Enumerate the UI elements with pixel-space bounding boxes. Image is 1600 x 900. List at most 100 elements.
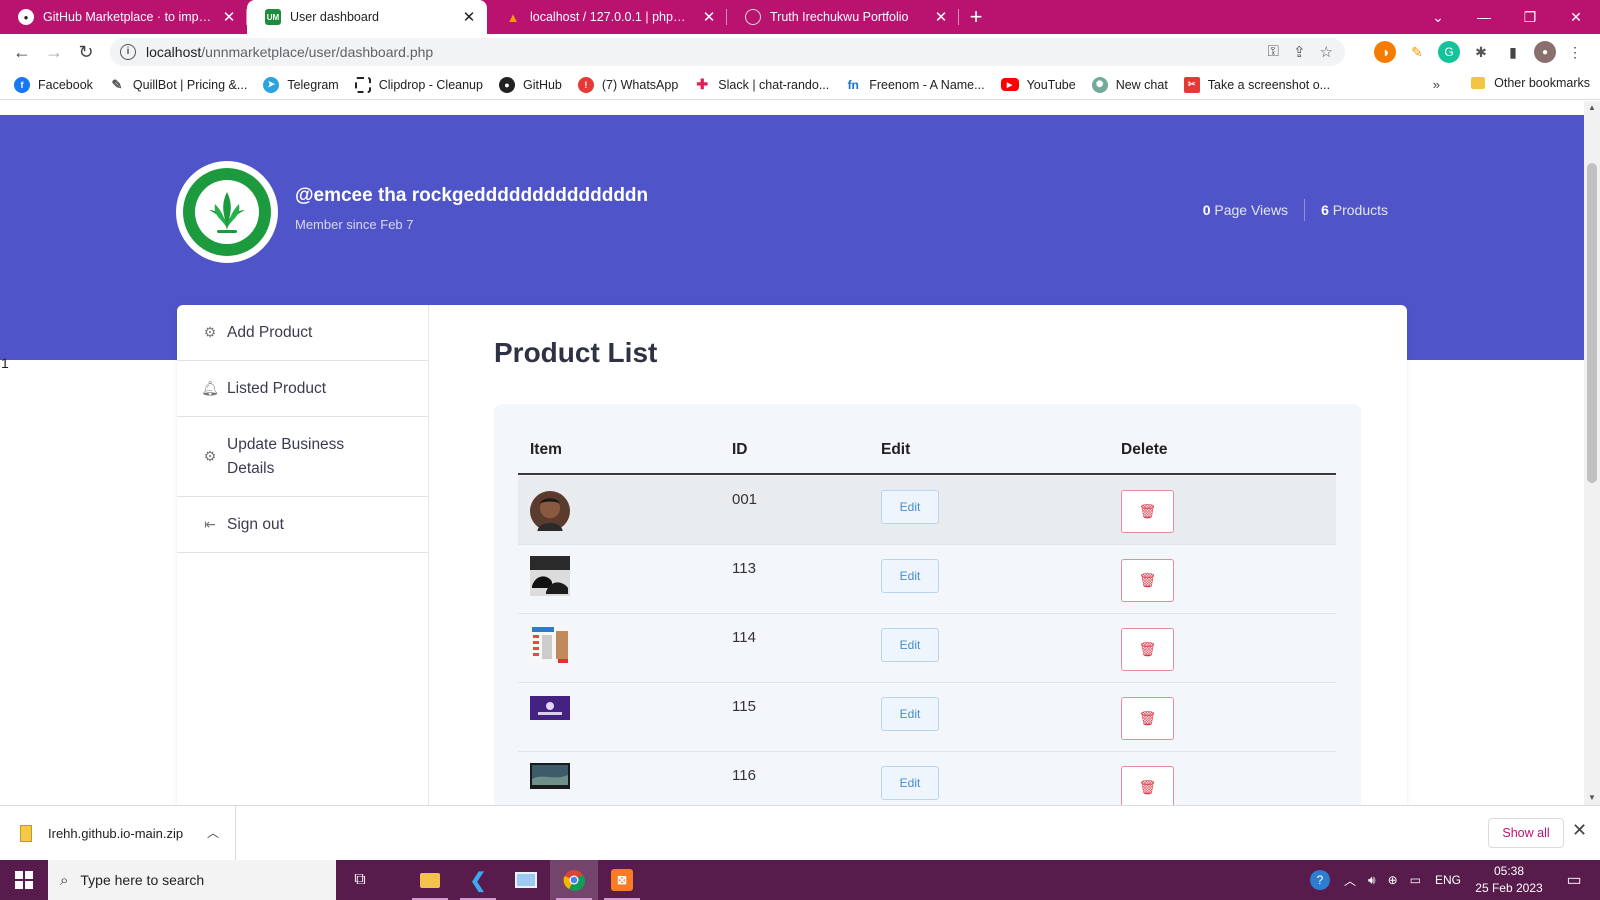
bookmark-slack[interactable]: ✚ Slack | chat-rando...: [694, 76, 829, 93]
profile-stats: 0 Page Views 6 Products: [1203, 199, 1388, 221]
bookmark-label: QuillBot | Pricing &...: [132, 77, 248, 92]
stats-divider: [1304, 199, 1306, 221]
browser-tab-strip: ● GitHub Marketplace · to improve ✕ UM U…: [0, 0, 1600, 34]
task-view-icon[interactable]: ⧉: [336, 860, 384, 900]
network-icon[interactable]: ⊕: [1388, 873, 1398, 887]
chrome-icon[interactable]: [550, 860, 598, 900]
grammarly-icon[interactable]: G: [1438, 41, 1460, 63]
sidebar-item-sign-out[interactable]: ⇤ Sign out: [177, 497, 428, 553]
minimize-button[interactable]: —: [1461, 0, 1507, 34]
show-all-button[interactable]: Show all: [1488, 818, 1564, 848]
facebook-icon: f: [14, 76, 30, 93]
share-icon[interactable]: ⇪: [1293, 43, 1306, 61]
sidebar-item-add-product[interactable]: ⚙ Add Product: [177, 305, 428, 361]
bookmark-telegram[interactable]: ➤ Telegram: [263, 76, 339, 93]
download-bar: Irehh.github.io-main.zip ︿ Show all ✕: [0, 805, 1600, 861]
delete-button[interactable]: 🗑︎: [1121, 490, 1174, 533]
sidebar-item-label: Update Business Details: [227, 435, 345, 477]
reload-button[interactable]: ↻: [70, 36, 102, 68]
site-info-icon[interactable]: i: [120, 44, 136, 60]
close-icon[interactable]: ✕: [1572, 820, 1587, 841]
product-id: 114: [732, 629, 756, 646]
column-header-delete: Delete: [1121, 441, 1168, 458]
file-explorer-icon[interactable]: [406, 860, 454, 900]
help-icon[interactable]: ?: [1310, 870, 1330, 890]
xampp-icon[interactable]: ⊠: [598, 860, 646, 900]
browser-toolbar: ← → ↻ i localhost/unnmarketplace/user/da…: [0, 34, 1600, 70]
edit-button[interactable]: Edit: [881, 490, 939, 524]
sidebar-item-listed-product[interactable]: 🔔︎ Listed Product: [177, 361, 428, 417]
bookmark-facebook[interactable]: f Facebook: [14, 76, 93, 93]
edit-button[interactable]: Edit: [881, 766, 939, 800]
volume-icon[interactable]: 🔊︎: [1368, 873, 1376, 888]
taskbar-search[interactable]: ⌕ Type here to search: [48, 860, 336, 900]
close-icon[interactable]: ✕: [221, 8, 237, 26]
restore-button[interactable]: ❐: [1507, 0, 1553, 34]
bookmark-clipdrop[interactable]: Clipdrop - Cleanup: [354, 76, 483, 93]
quill-icon: ✎: [111, 76, 123, 92]
download-item[interactable]: Irehh.github.io-main.zip ︿: [0, 806, 236, 861]
tab-phpmyadmin[interactable]: ▲ localhost / 127.0.0.1 | phpMyAdm ✕: [487, 0, 727, 34]
puzzle-icon[interactable]: ✱: [1470, 41, 1492, 63]
gear-icon: ⚙: [203, 447, 217, 464]
column-header-id: ID: [732, 441, 748, 458]
edit-button[interactable]: Edit: [881, 628, 939, 662]
bookmark-freenom[interactable]: fn Freenom - A Name...: [845, 77, 985, 93]
notification-icon[interactable]: ▭: [1552, 860, 1596, 900]
bookmark-youtube[interactable]: ▶ YouTube: [1000, 78, 1076, 92]
table-row: 115 Edit 🗑︎: [518, 683, 1336, 752]
bell-icon: 🔔︎: [201, 379, 219, 396]
side-panel-icon[interactable]: ▮: [1502, 41, 1524, 63]
star-icon[interactable]: ☆: [1320, 43, 1333, 61]
tab-user-dashboard[interactable]: UM User dashboard ✕: [247, 0, 487, 34]
avatar[interactable]: ●: [1534, 41, 1556, 63]
language-indicator[interactable]: ENG: [1435, 873, 1461, 887]
tab-github-marketplace[interactable]: ● GitHub Marketplace · to improve ✕: [0, 0, 247, 34]
sidebar-item-label: Add Product: [227, 323, 313, 341]
page-scrollbar[interactable]: ▲ ▼: [1584, 101, 1600, 805]
window-close-button[interactable]: ✕: [1553, 0, 1599, 34]
bookmark-label: Take a screenshot o...: [1207, 77, 1331, 92]
delete-button[interactable]: 🗑︎: [1121, 559, 1174, 602]
sidebar-item-update-business[interactable]: ⚙ Update Business Details: [177, 417, 428, 497]
edit-button[interactable]: Edit: [881, 697, 939, 731]
pen-extension-icon[interactable]: ✎: [1406, 41, 1428, 63]
bookmark-label: Clipdrop - Cleanup: [378, 77, 483, 92]
bookmark-new-chat[interactable]: ✺ New chat: [1091, 76, 1168, 93]
scrollbar-thumb[interactable]: [1587, 163, 1597, 483]
scroll-down-icon[interactable]: ▼: [1584, 791, 1600, 805]
bookmark-github[interactable]: ● GitHub: [498, 76, 562, 93]
close-icon[interactable]: ✕: [461, 8, 477, 26]
delete-button[interactable]: 🗑︎: [1121, 697, 1174, 740]
close-icon[interactable]: ✕: [701, 8, 717, 26]
products-label: Products: [1332, 202, 1388, 218]
vscode-icon[interactable]: ❮: [454, 860, 502, 900]
tab-search-chevron-icon[interactable]: ⌄: [1415, 0, 1461, 34]
business-logo: [176, 161, 278, 263]
extension-icon[interactable]: ◑: [1374, 41, 1396, 63]
back-button[interactable]: ←: [6, 36, 38, 68]
chevron-up-icon[interactable]: ︿: [207, 824, 219, 841]
tab-portfolio[interactable]: Truth Irechukwu Portfolio ✕: [727, 0, 959, 34]
delete-button[interactable]: 🗑︎: [1121, 766, 1174, 805]
tab-title: Truth Irechukwu Portfolio: [770, 10, 909, 24]
close-icon[interactable]: ✕: [933, 8, 949, 26]
delete-button[interactable]: 🗑︎: [1121, 628, 1174, 671]
bookmark-whatsapp[interactable]: ! (7) WhatsApp: [577, 76, 678, 93]
bookmark-screenshot[interactable]: ✂ Take a screenshot o...: [1183, 76, 1331, 93]
address-bar[interactable]: i localhost/unnmarketplace/user/dashboar…: [110, 38, 1345, 66]
battery-icon[interactable]: ▭: [1410, 873, 1421, 887]
chevron-up-icon[interactable]: ︿: [1344, 872, 1356, 889]
bookmark-quillbot[interactable]: ✎ QuillBot | Pricing &...: [109, 77, 247, 93]
key-icon[interactable]: ⚿: [1268, 43, 1279, 61]
more-bookmarks-icon[interactable]: »: [1433, 77, 1440, 92]
edit-button[interactable]: Edit: [881, 559, 939, 593]
start-button[interactable]: [0, 860, 48, 900]
scroll-up-icon[interactable]: ▲: [1584, 101, 1600, 115]
remote-desktop-icon[interactable]: [502, 860, 550, 900]
other-bookmarks[interactable]: Other bookmarks: [1471, 76, 1590, 90]
menu-icon[interactable]: ⋮: [1564, 41, 1586, 63]
new-tab-button[interactable]: +: [959, 0, 993, 34]
forward-button[interactable]: →: [38, 36, 70, 68]
taskbar-clock[interactable]: 05:38 25 Feb 2023: [1474, 863, 1544, 897]
